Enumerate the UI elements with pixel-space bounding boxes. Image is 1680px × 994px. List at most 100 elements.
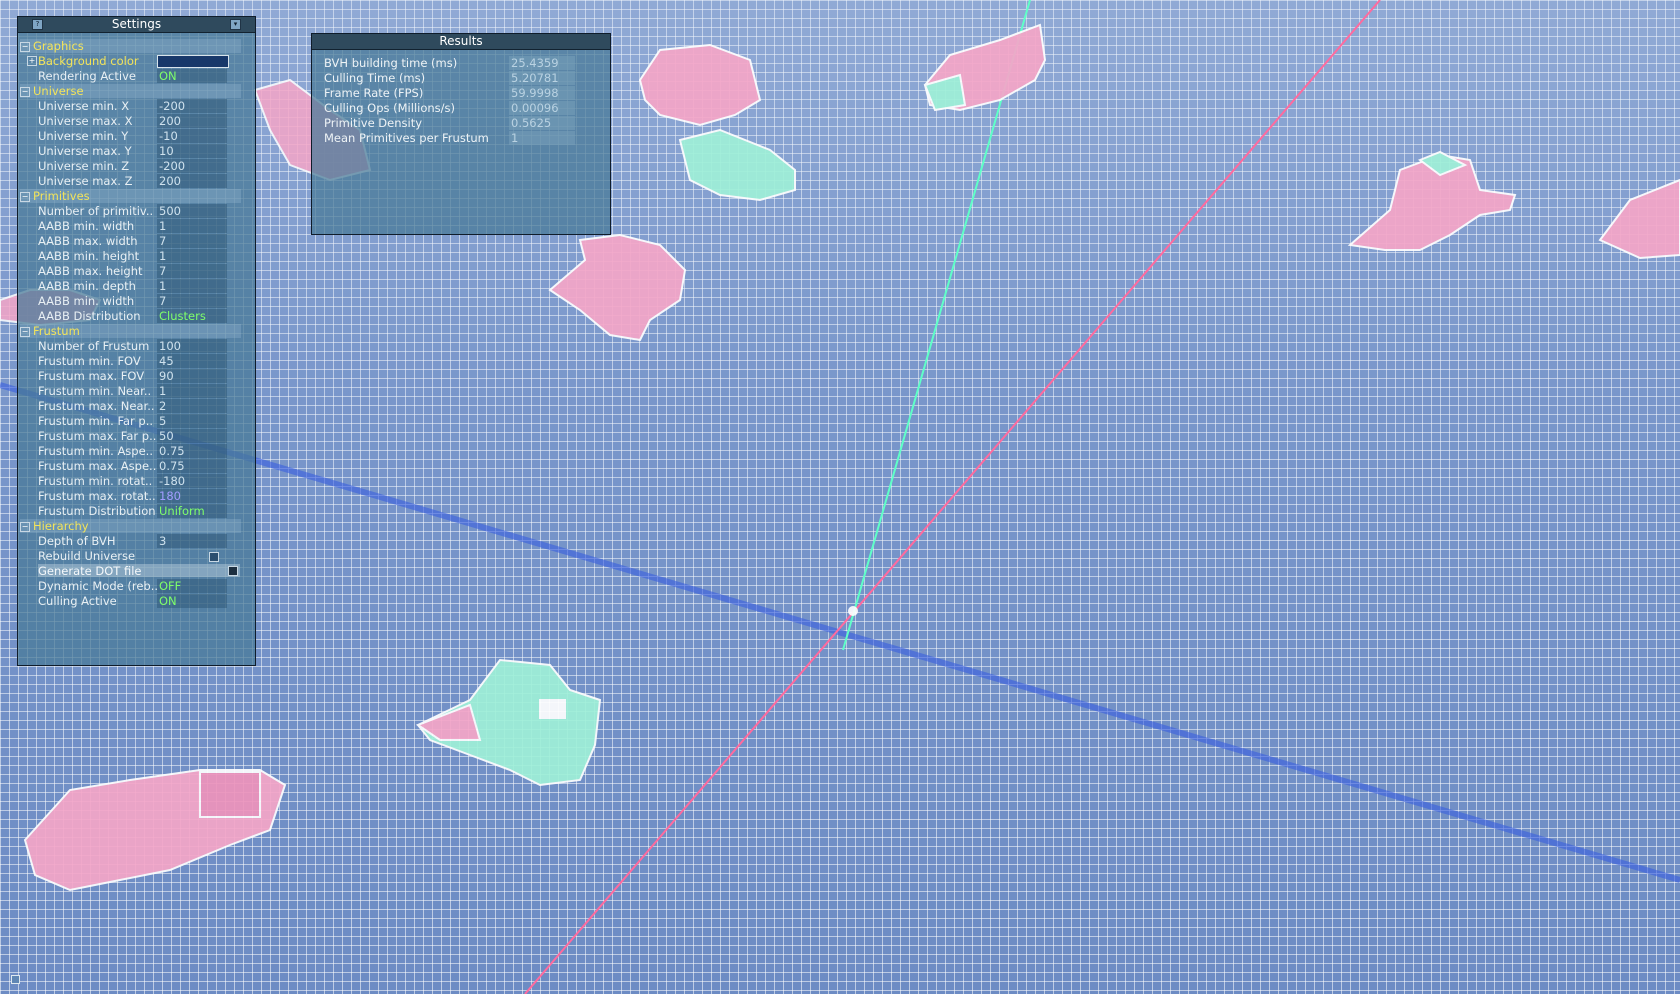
primitive-cluster (23, 769, 287, 892)
setting-value[interactable]: -10 (157, 129, 227, 143)
setting-row[interactable]: AABB Distribution Clusters (18, 309, 248, 323)
setting-label: Universe min. X (38, 99, 130, 113)
result-value: 25.4359 (509, 56, 575, 70)
group-hierarchy[interactable]: − Hierarchy (20, 519, 241, 533)
setting-row[interactable]: Culling Active ON (18, 594, 248, 608)
group-graphics[interactable]: − Graphics (20, 39, 241, 53)
setting-row[interactable]: Universe min. Z -200 (18, 159, 248, 173)
result-label: BVH building time (ms) (324, 56, 458, 70)
setting-row[interactable]: AABB min. depth 1 (18, 279, 248, 293)
setting-value[interactable]: 50 (157, 429, 227, 443)
setting-label: Universe max. Z (38, 174, 133, 188)
primitive-cluster (1347, 150, 1517, 251)
setting-row[interactable]: Frustum max. Near.. 2 (18, 399, 248, 413)
setting-row[interactable]: Frustum min. Far p.. 5 (18, 414, 248, 428)
setting-label: Universe min. Z (38, 159, 130, 173)
collapse-icon[interactable]: − (20, 326, 30, 337)
setting-value[interactable]: 45 (157, 354, 227, 368)
setting-row[interactable]: Frustum Distribution Uniform (18, 504, 248, 518)
setting-value[interactable]: 1 (157, 279, 227, 293)
setting-value[interactable]: ON (157, 69, 227, 83)
setting-value[interactable]: 500 (157, 204, 227, 218)
setting-value[interactable]: 7 (157, 234, 227, 248)
setting-value[interactable]: 1 (157, 384, 227, 398)
setting-label: Depth of BVH (38, 534, 116, 548)
setting-row[interactable]: Frustum max. Far p.. 50 (18, 429, 248, 443)
setting-value[interactable]: -200 (157, 99, 227, 113)
setting-row[interactable]: Frustum max. Aspe.. 0.75 (18, 459, 248, 473)
setting-row[interactable]: Generate DOT file (18, 564, 248, 578)
primitive-cluster (638, 43, 796, 202)
results-panel[interactable]: Results BVH building time (ms) 25.4359 Cul… (311, 33, 611, 235)
collapse-icon[interactable]: − (20, 86, 30, 97)
setting-row[interactable]: Universe min. Y -10 (18, 129, 248, 143)
setting-value[interactable]: 200 (157, 114, 227, 128)
setting-row[interactable]: Frustum min. Aspe.. 0.75 (18, 444, 248, 458)
generate-dot-button[interactable]: Generate DOT file (38, 564, 240, 578)
setting-value[interactable]: 180 (157, 489, 227, 503)
setting-value[interactable]: -200 (157, 159, 227, 173)
group-primitives[interactable]: − Primitives (20, 189, 241, 203)
setting-label: AABB Distribution (38, 309, 141, 323)
group-label: Frustum (33, 324, 80, 338)
setting-row[interactable]: Depth of BVH 3 (18, 534, 248, 548)
setting-row[interactable]: Universe min. X -200 (18, 99, 248, 113)
setting-row[interactable]: Frustum max. FOV 90 (18, 369, 248, 383)
setting-row[interactable]: AABB min. height 1 (18, 249, 248, 263)
expand-icon[interactable]: + (27, 56, 37, 66)
setting-value[interactable]: 0.75 (157, 444, 227, 458)
collapse-icon[interactable]: − (20, 41, 30, 52)
setting-value[interactable]: 7 (157, 264, 227, 278)
group-frustum[interactable]: − Frustum (20, 324, 241, 338)
setting-value[interactable]: 5 (157, 414, 227, 428)
setting-row[interactable]: AABB max. height 7 (18, 264, 248, 278)
collapse-icon[interactable]: − (20, 521, 30, 532)
setting-row[interactable]: Frustum min. FOV 45 (18, 354, 248, 368)
setting-row[interactable]: Frustum min. rotat.. -180 (18, 474, 248, 488)
setting-label: AABB min. width (38, 294, 135, 308)
setting-value[interactable]: 1 (157, 249, 227, 263)
setting-value[interactable]: 3 (157, 534, 227, 548)
setting-row[interactable]: Rendering Active ON (18, 69, 248, 83)
rebuild-checkbox[interactable] (209, 552, 219, 562)
results-titlebar[interactable]: Results (312, 34, 610, 50)
resize-icon[interactable] (11, 975, 20, 984)
setting-value[interactable]: 10 (157, 144, 227, 158)
setting-value[interactable]: -180 (157, 474, 227, 488)
setting-row[interactable]: AABB min. width 7 (18, 294, 248, 308)
minimize-icon[interactable]: ▾ (230, 19, 241, 30)
setting-row[interactable]: AABB min. width 1 (18, 219, 248, 233)
settings-panel[interactable]: ? Settings ▾ − Graphics + Background color R… (17, 16, 256, 666)
setting-row[interactable]: Universe max. X 200 (18, 114, 248, 128)
setting-row[interactable]: Universe max. Z 200 (18, 174, 248, 188)
setting-value[interactable]: 200 (157, 174, 227, 188)
setting-row[interactable]: Frustum max. rotat.. 180 (18, 489, 248, 503)
setting-row[interactable]: Universe max. Y 10 (18, 144, 248, 158)
setting-row[interactable]: Rebuild Universe (18, 549, 248, 563)
setting-value[interactable]: Clusters (157, 309, 227, 323)
setting-value[interactable]: 0.75 (157, 459, 227, 473)
setting-value[interactable]: 90 (157, 369, 227, 383)
setting-label: Frustum max. rotat.. (38, 489, 156, 503)
result-row: Culling Time (ms) 5.20781 (312, 71, 602, 85)
setting-row[interactable]: Number of primitiv.. 500 (18, 204, 248, 218)
setting-row[interactable]: Number of Frustum 100 (18, 339, 248, 353)
setting-value[interactable]: 7 (157, 294, 227, 308)
color-swatch[interactable] (157, 55, 229, 68)
setting-value[interactable]: 1 (157, 219, 227, 233)
setting-value[interactable]: Uniform (157, 504, 227, 518)
setting-row[interactable]: Frustum min. Near.. 1 (18, 384, 248, 398)
collapse-icon[interactable]: − (20, 191, 30, 202)
setting-value[interactable]: 2 (157, 399, 227, 413)
group-label: Universe (33, 84, 84, 98)
setting-value[interactable]: 100 (157, 339, 227, 353)
settings-titlebar[interactable]: ? Settings ▾ (18, 17, 255, 33)
group-universe[interactable]: − Universe (20, 84, 241, 98)
setting-row[interactable]: + Background color (18, 54, 248, 68)
setting-value[interactable]: OFF (157, 579, 227, 593)
help-icon[interactable]: ? (32, 19, 43, 30)
setting-label: Frustum Distribution (38, 504, 156, 518)
setting-value[interactable]: ON (157, 594, 227, 608)
setting-row[interactable]: AABB max. width 7 (18, 234, 248, 248)
setting-row[interactable]: Dynamic Mode (reb.. OFF (18, 579, 248, 593)
